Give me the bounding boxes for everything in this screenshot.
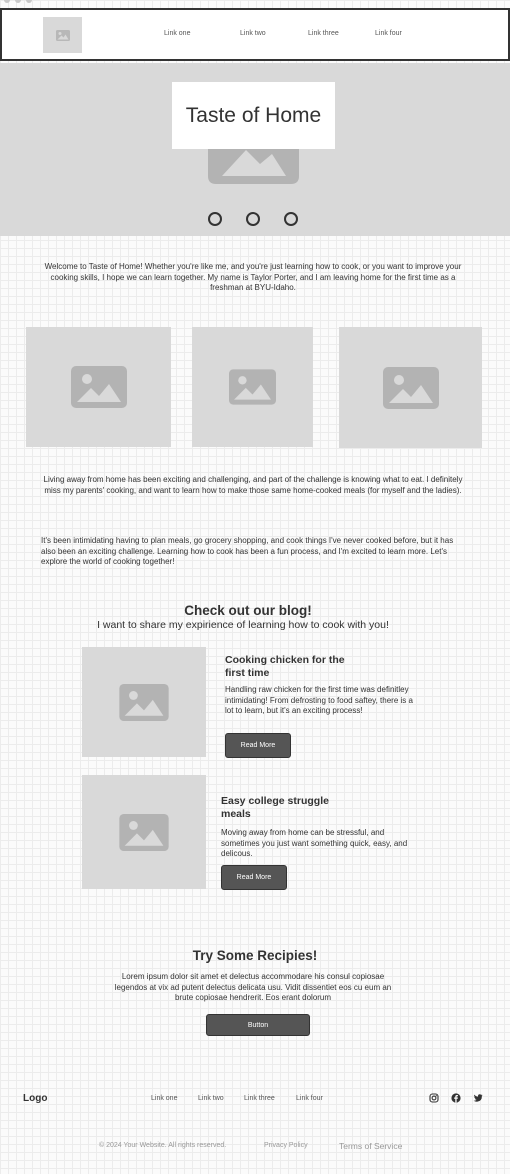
footer-link-two[interactable]: Link two	[198, 1095, 224, 1102]
recipes-section-title: Try Some Recipies!	[192, 948, 318, 963]
blog-post-excerpt-2: Moving away from home can be stressful, …	[221, 828, 408, 858]
carousel-dot-3[interactable]	[284, 212, 298, 226]
living-away-paragraph: Living away from home has been exciting …	[43, 475, 463, 495]
terms-of-service-link[interactable]: Terms of Service	[339, 1141, 402, 1151]
twitter-icon[interactable]	[473, 1093, 483, 1103]
intimidating-paragraph: It's been intimidating having to plan me…	[41, 536, 454, 567]
image-placeholder-icon	[55, 29, 70, 41]
footer-logo[interactable]: Logo	[23, 1093, 47, 1104]
window-dot	[4, 0, 10, 3]
hero-banner: Taste of Home	[0, 63, 510, 236]
blog-post-title-2[interactable]: Easy college struggle meals	[221, 795, 351, 821]
recipes-button[interactable]: Button	[206, 1014, 310, 1036]
copyright-text: © 2024 Your Website. All rights reserved…	[99, 1142, 227, 1149]
welcome-paragraph: Welcome to Taste of Home! Whether you're…	[44, 262, 462, 293]
gallery-image-3	[339, 327, 482, 448]
blog-section-subtitle: I want to share my expirience of learnin…	[97, 619, 389, 631]
blog-post-excerpt-1: Handling raw chicken for the first time …	[225, 685, 413, 715]
header-logo[interactable]	[43, 17, 82, 53]
facebook-icon[interactable]	[451, 1093, 461, 1103]
footer-link-four[interactable]: Link four	[296, 1095, 323, 1102]
nav-link-one[interactable]: Link one	[164, 30, 190, 37]
image-placeholder-icon	[119, 813, 169, 851]
gallery-image-1	[26, 327, 171, 447]
image-placeholder-icon	[229, 369, 276, 405]
image-placeholder-icon	[119, 683, 169, 721]
instagram-icon[interactable]	[429, 1093, 439, 1103]
nav-link-two[interactable]: Link two	[240, 30, 266, 37]
blog-post-image-1[interactable]	[82, 647, 206, 757]
hero-title: Taste of Home	[185, 103, 322, 127]
image-placeholder-icon	[70, 366, 127, 408]
window-dot	[26, 0, 32, 3]
carousel-dot-2[interactable]	[246, 212, 260, 226]
image-placeholder-icon	[382, 366, 439, 409]
privacy-policy-link[interactable]: Privacy Policy	[264, 1142, 308, 1149]
hero-title-box: Taste of Home	[172, 82, 335, 149]
nav-link-three[interactable]: Link three	[308, 30, 339, 37]
nav-link-four[interactable]: Link four	[375, 30, 402, 37]
read-more-button-2[interactable]: Read More	[221, 865, 287, 890]
window-dot	[15, 0, 21, 3]
gallery-image-2	[192, 327, 313, 447]
recipes-paragraph: Lorem ipsum dolor sit amet et delectus a…	[114, 972, 392, 1003]
blog-section-title: Check out our blog!	[184, 603, 312, 618]
footer-link-three[interactable]: Link three	[244, 1095, 275, 1102]
carousel-dot-1[interactable]	[208, 212, 222, 226]
blog-post-title-1[interactable]: Cooking chicken for the first time	[225, 654, 365, 680]
window-dots	[4, 0, 32, 3]
site-header: Link one Link two Link three Link four	[0, 8, 510, 61]
blog-post-image-2[interactable]	[82, 775, 206, 889]
read-more-button-1[interactable]: Read More	[225, 733, 291, 758]
footer-link-one[interactable]: Link one	[151, 1095, 177, 1102]
